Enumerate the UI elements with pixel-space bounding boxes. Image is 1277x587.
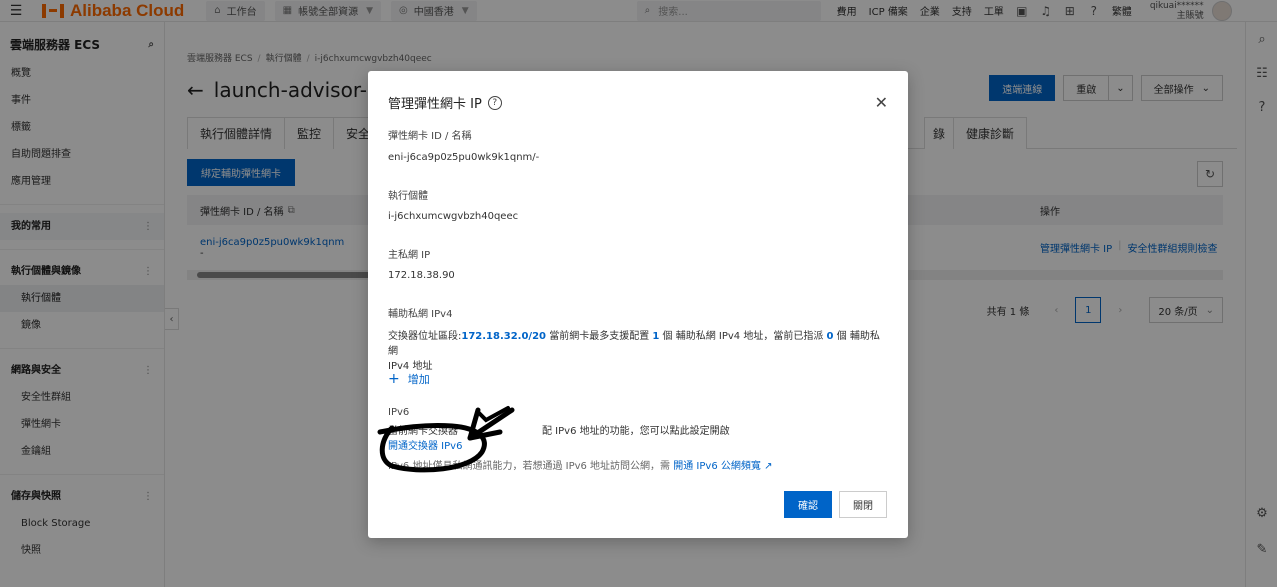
info-text: 當前網卡交換器	[388, 426, 458, 437]
info-text: 交換器位址區段:	[388, 331, 462, 342]
dialog-title: 管理彈性網卡 IP ?	[388, 93, 502, 112]
max-count: 1	[652, 331, 660, 342]
info-text: 個 輔助私網 IPv4 地址，當前已指派	[662, 331, 824, 342]
ipv6-label: IPv6	[388, 407, 410, 418]
enable-ipv6-bandwidth-link[interactable]: 開通 IPv6 公網頻寬	[673, 461, 761, 472]
switch-cidr-info: 交換器位址區段:172.18.32.0/20 當前網卡最多支援配置 1 個 輔助…	[388, 329, 888, 374]
close-button[interactable]: 關閉	[839, 491, 887, 518]
instance-label: 執行個體	[388, 191, 428, 202]
info-text: 當前網卡最多支援配置	[549, 331, 650, 342]
info-text: 配 IPv6 地址的功能，您可以點此設定開啟	[542, 426, 730, 437]
help-icon[interactable]: ?	[487, 95, 502, 110]
manage-eni-ip-dialog: 管理彈性網卡 IP ? ✕ 彈性網卡 ID / 名稱 eni-j6ca9p0z5…	[368, 71, 908, 538]
instance-value: i-j6chxumcwgvbzh40qeec	[388, 211, 519, 222]
assigned-count: 0	[826, 331, 834, 342]
primary-ip-label: 主私網 IP	[388, 250, 431, 261]
ipv6-info: 當前網卡交換器 配 IPv6 地址的功能，您可以點此設定開啟	[388, 424, 888, 439]
primary-ip-value: 172.18.38.90	[388, 270, 455, 281]
external-link-icon: ↗	[764, 461, 773, 472]
close-icon[interactable]: ✕	[875, 93, 888, 112]
confirm-button[interactable]: 確認	[784, 491, 832, 518]
enable-switch-ipv6-link[interactable]: 開通交換器 IPv6	[388, 441, 462, 452]
eni-value: eni-j6ca9p0z5pu0wk9k1qnm/-	[388, 152, 540, 163]
info-text: IPv6 地址僅具私網通訊能力，若想通過 IPv6 地址訪問公網，需	[388, 461, 671, 472]
ipv6-note: IPv6 地址僅具私網通訊能力，若想通過 IPv6 地址訪問公網，需 開通 IP…	[388, 459, 888, 474]
ipv6-link-row: 開通交換器 IPv6	[388, 439, 888, 454]
eni-label: 彈性網卡 ID / 名稱	[388, 131, 472, 142]
plus-icon: +	[388, 371, 400, 387]
dialog-title-text: 管理彈性網卡 IP	[388, 97, 482, 112]
switch-cidr: 172.18.32.0/20	[461, 331, 547, 342]
add-ipv4-button[interactable]: + 增加	[388, 371, 430, 387]
add-label: 增加	[407, 373, 430, 386]
secondary-ipv4-label: 輔助私網 IPv4	[388, 309, 453, 320]
